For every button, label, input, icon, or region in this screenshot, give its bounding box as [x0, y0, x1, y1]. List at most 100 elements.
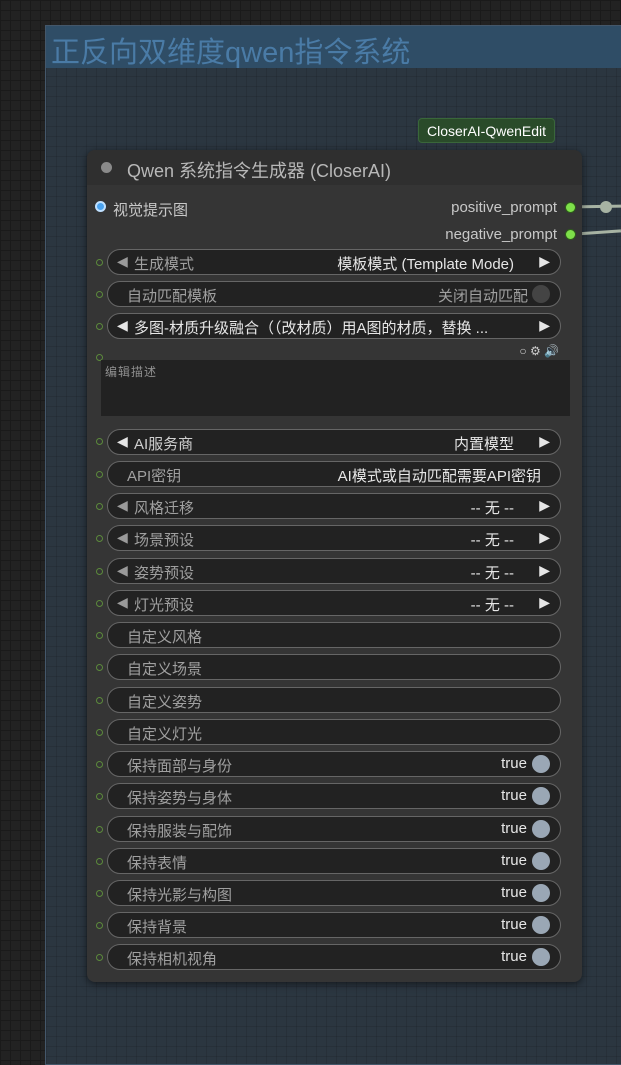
- api-key-field[interactable]: API密钥 AI模式或自动匹配需要API密钥: [107, 461, 561, 487]
- toggle-knob-icon[interactable]: [532, 820, 550, 838]
- toggle-keep-pose[interactable]: 保持姿势与身体 true: [107, 783, 561, 809]
- auto-match-toggle[interactable]: 自动匹配模板 关闭自动匹配: [107, 281, 561, 307]
- mode-input-dot[interactable]: [96, 259, 103, 266]
- toggle-value: true: [501, 755, 527, 772]
- arrow-right-icon[interactable]: ▶: [539, 317, 550, 334]
- scene-value: -- 无 --: [470, 532, 514, 549]
- edit-description-textarea[interactable]: 编辑描述: [101, 360, 570, 416]
- pose-input-dot[interactable]: [96, 568, 103, 575]
- auto-match-input-dot[interactable]: [96, 291, 103, 298]
- toggle-value: true: [501, 916, 527, 933]
- arrow-left-icon[interactable]: ◀: [117, 433, 128, 450]
- toggle-keep-outfit[interactable]: 保持服装与配饰 true: [107, 816, 561, 842]
- arrow-right-icon[interactable]: ▶: [539, 433, 550, 450]
- custom-style-field[interactable]: 自定义风格: [107, 622, 561, 648]
- arrow-right-icon[interactable]: ▶: [539, 529, 550, 546]
- pose-value: -- 无 --: [470, 565, 514, 582]
- output-label-positive: positive_prompt: [451, 199, 557, 216]
- scene-input-dot[interactable]: [96, 535, 103, 542]
- arrow-right-icon[interactable]: ▶: [539, 594, 550, 611]
- ai-provider-combo[interactable]: ◀ AI服务商 内置模型 ▶: [107, 429, 561, 455]
- group-header[interactable]: 正反向双维度qwen指令系统: [46, 26, 621, 69]
- arrow-left-icon[interactable]: ◀: [117, 562, 128, 579]
- qwen-prompt-node[interactable]: Qwen 系统指令生成器 (CloserAI) 视觉提示图 positive_p…: [87, 150, 582, 982]
- custom-pose-input-dot[interactable]: [96, 697, 103, 704]
- ai-provider-input-dot[interactable]: [96, 438, 103, 445]
- toggle-value: true: [501, 852, 527, 869]
- light-label: 灯光预设: [134, 597, 195, 614]
- arrow-right-icon[interactable]: ▶: [539, 562, 550, 579]
- auto-match-value: 关闭自动匹配: [437, 288, 528, 305]
- custom-style-input-dot[interactable]: [96, 632, 103, 639]
- link-reroute-dot[interactable]: [600, 201, 612, 213]
- api-key-input-dot[interactable]: [96, 471, 103, 478]
- auto-match-label: 自动匹配模板: [127, 288, 218, 305]
- toggle-knob-icon[interactable]: [532, 948, 550, 966]
- custom-pose-field[interactable]: 自定义姿势: [107, 687, 561, 713]
- pose-combo[interactable]: ◀ 姿势预设 -- 无 -- ▶: [107, 558, 561, 584]
- light-input-dot[interactable]: [96, 600, 103, 607]
- custom-scene-input-dot[interactable]: [96, 664, 103, 671]
- toggle-input-dot[interactable]: [96, 954, 103, 961]
- toggle-knob-icon[interactable]: [532, 852, 550, 870]
- input-slot-visual-prompt[interactable]: [95, 201, 106, 212]
- arrow-right-icon[interactable]: ▶: [539, 253, 550, 270]
- custom-scene-field[interactable]: 自定义场景: [107, 654, 561, 680]
- arrow-left-icon[interactable]: ◀: [117, 497, 128, 514]
- custom-light-input-dot[interactable]: [96, 729, 103, 736]
- toggle-knob-icon[interactable]: [532, 787, 550, 805]
- toggle-input-dot[interactable]: [96, 858, 103, 865]
- arrow-left-icon[interactable]: ◀: [117, 594, 128, 611]
- arrow-left-icon[interactable]: ◀: [117, 253, 128, 270]
- arrow-left-icon[interactable]: ◀: [117, 317, 128, 334]
- toggle-input-dot[interactable]: [96, 761, 103, 768]
- toggle-input-dot[interactable]: [96, 826, 103, 833]
- template-value: 多图-材质升级融合（（改材质）用A图的材质，替换 ...: [134, 320, 489, 337]
- toggle-value: true: [501, 787, 527, 804]
- toggle-knob-icon[interactable]: [532, 884, 550, 902]
- scene-combo[interactable]: ◀ 场景预设 -- 无 -- ▶: [107, 525, 561, 551]
- toggle-label: 保持光影与构图: [127, 887, 233, 904]
- toggle-keep-background[interactable]: 保持背景 true: [107, 912, 561, 938]
- textarea-toolbar-icons[interactable]: ○ ⚙ 🔊: [519, 344, 559, 358]
- collapse-toggle-icon[interactable]: [101, 162, 112, 173]
- toggle-keep-expression[interactable]: 保持表情 true: [107, 848, 561, 874]
- mode-value: 模板模式 (Template Mode): [337, 256, 514, 273]
- toggle-label: 保持表情: [127, 855, 188, 872]
- toggle-value: true: [501, 948, 527, 965]
- toggle-input-dot[interactable]: [96, 890, 103, 897]
- toggle-label: 保持姿势与身体: [127, 790, 233, 807]
- toggle-knob-icon[interactable]: [532, 916, 550, 934]
- mode-label: 生成模式: [134, 256, 195, 273]
- arrow-left-icon[interactable]: ◀: [117, 529, 128, 546]
- output-slot-negative[interactable]: [565, 229, 576, 240]
- pose-label: 姿势预设: [134, 565, 195, 582]
- mode-combo[interactable]: ◀ 生成模式 模板模式 (Template Mode) ▶: [107, 249, 561, 275]
- toggle-value: true: [501, 884, 527, 901]
- edit-description-placeholder: 编辑描述: [105, 365, 158, 379]
- toggle-label: 保持相机视角: [127, 951, 218, 968]
- template-input-dot[interactable]: [96, 323, 103, 330]
- toggle-keep-face[interactable]: 保持面部与身份 true: [107, 751, 561, 777]
- node-title: Qwen 系统指令生成器 (CloserAI): [127, 161, 392, 181]
- toggle-keep-lighting[interactable]: 保持光影与构图 true: [107, 880, 561, 906]
- output-slot-positive[interactable]: [565, 202, 576, 213]
- custom-light-field[interactable]: 自定义灯光: [107, 719, 561, 745]
- toggle-keep-camera[interactable]: 保持相机视角 true: [107, 944, 561, 970]
- style-label: 风格迁移: [134, 500, 195, 517]
- custom-style-label: 自定义风格: [127, 629, 203, 646]
- toggle-input-dot[interactable]: [96, 922, 103, 929]
- custom-light-label: 自定义灯光: [127, 726, 203, 743]
- node-title-bar[interactable]: Qwen 系统指令生成器 (CloserAI): [87, 150, 582, 185]
- style-combo[interactable]: ◀ 风格迁移 -- 无 -- ▶: [107, 493, 561, 519]
- toggle-label: 保持服装与配饰: [127, 823, 233, 840]
- toggle-label: 保持面部与身份: [127, 758, 233, 775]
- light-combo[interactable]: ◀ 灯光预设 -- 无 -- ▶: [107, 590, 561, 616]
- arrow-right-icon[interactable]: ▶: [539, 497, 550, 514]
- api-key-value: AI模式或自动匹配需要API密钥: [337, 468, 541, 485]
- toggle-knob-icon[interactable]: [532, 285, 550, 303]
- toggle-input-dot[interactable]: [96, 793, 103, 800]
- toggle-knob-icon[interactable]: [532, 755, 550, 773]
- style-input-dot[interactable]: [96, 503, 103, 510]
- template-combo[interactable]: ◀ 多图-材质升级融合（（改材质）用A图的材质，替换 ... ▶: [107, 313, 561, 339]
